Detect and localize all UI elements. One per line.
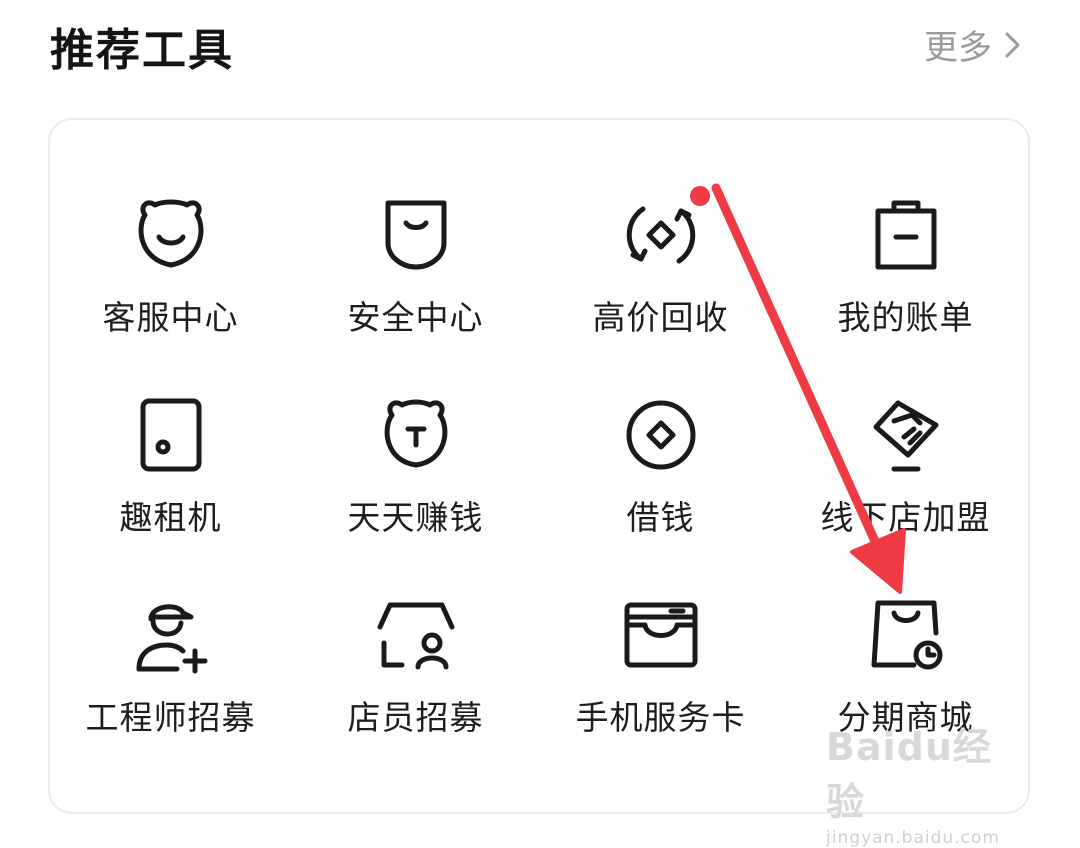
coin-diamond-icon <box>619 393 703 477</box>
tool-rent-phone[interactable]: 趣租机 <box>48 318 293 537</box>
bear-face-icon <box>129 193 213 277</box>
tools-grid: 客服中心 安全中心 高价回收 我的账单 趣租机 天天赚钱 借钱 线下店加盟 工程… <box>48 118 1030 814</box>
section-title: 推荐工具 <box>50 25 234 76</box>
tool-clerk-recruit[interactable]: 店员招募 <box>293 518 538 737</box>
more-label: 更多 <box>924 28 992 68</box>
bear-coin-icon <box>374 393 458 477</box>
service-card-icon <box>619 593 703 677</box>
tool-daily-earn[interactable]: 天天赚钱 <box>293 318 538 537</box>
chevron-right-icon <box>1005 32 1020 57</box>
watermark: Baidu经验 jingyan.baidu.com <box>826 716 1026 848</box>
tool-installment-mall[interactable]: 分期商城 <box>783 518 1028 737</box>
watermark-url: jingyan.baidu.com <box>826 828 1000 848</box>
more-link[interactable]: 更多 <box>924 20 1024 69</box>
engineer-add-icon <box>129 593 213 677</box>
phone-device-icon <box>129 393 213 477</box>
tool-high-price-recycle[interactable]: 高价回收 <box>538 118 783 337</box>
handshake-icon <box>864 393 948 477</box>
store-person-icon <box>374 593 458 677</box>
tool-label: 店员招募 <box>347 698 484 737</box>
tool-customer-service[interactable]: 客服中心 <box>48 118 293 337</box>
tool-security-center[interactable]: 安全中心 <box>293 118 538 337</box>
tool-phone-service-card[interactable]: 手机服务卡 <box>538 518 783 737</box>
watermark-logo: Baidu经验 <box>826 725 992 824</box>
tool-label: 工程师招募 <box>85 698 256 737</box>
tool-engineer-recruit[interactable]: 工程师招募 <box>48 518 293 737</box>
recycle-coin-icon <box>619 193 703 277</box>
tool-store-franchise[interactable]: 线下店加盟 <box>783 318 1028 537</box>
tool-my-bill[interactable]: 我的账单 <box>783 118 1028 337</box>
tool-label: 手机服务卡 <box>575 698 746 737</box>
clipboard-bill-icon <box>864 193 948 277</box>
shopping-bag-clock-icon <box>864 593 948 677</box>
shield-smile-icon <box>374 193 458 277</box>
tool-borrow-money[interactable]: 借钱 <box>538 318 783 537</box>
